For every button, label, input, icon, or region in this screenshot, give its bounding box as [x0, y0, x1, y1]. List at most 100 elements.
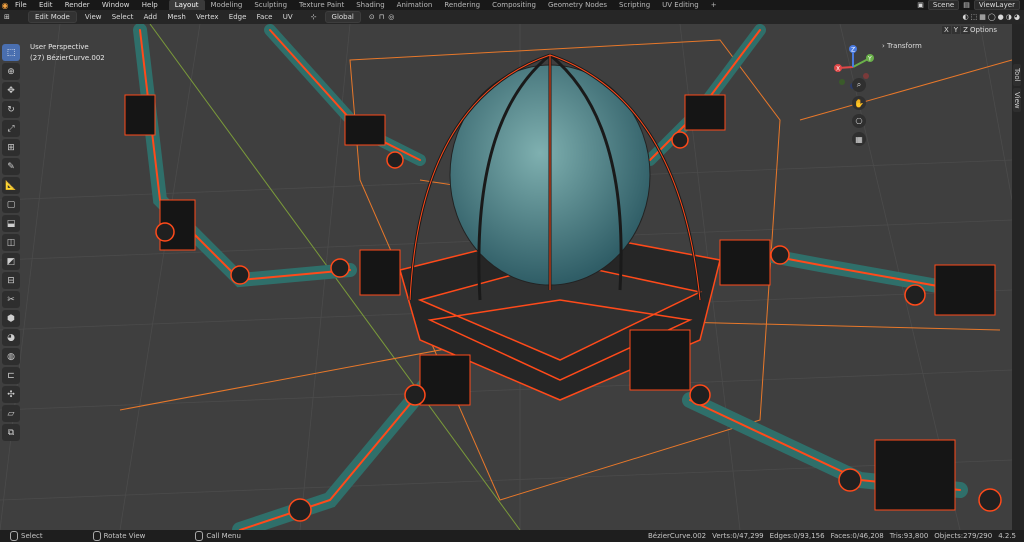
- shading-rendered-icon[interactable]: ◕: [1014, 13, 1020, 21]
- tab-layout[interactable]: Layout: [168, 0, 205, 10]
- header-menu: View Select Add Mesh Vertex Edge Face UV: [81, 13, 297, 21]
- snap-icon[interactable]: ⊓: [379, 13, 384, 21]
- camera-icon[interactable]: ⎔: [852, 114, 866, 128]
- menu-vertex[interactable]: Vertex: [192, 13, 223, 21]
- tab-animation[interactable]: Animation: [391, 0, 439, 10]
- extrude-icon[interactable]: ⬓: [2, 215, 20, 232]
- move-icon[interactable]: ✥: [2, 82, 20, 99]
- navigation-tools: ⌕ ✋ ⎔ ▦: [852, 78, 866, 146]
- stat-faces: Faces:0/46,208: [830, 532, 884, 540]
- stat-edges: Edges:0/93,156: [769, 532, 825, 540]
- tab-tool[interactable]: Tool: [1013, 64, 1021, 86]
- scene-controls: ▣ Scene ▤ ViewLayer: [917, 0, 1024, 10]
- measure-icon[interactable]: 📐: [2, 177, 20, 194]
- xray-icon[interactable]: ▦: [979, 13, 986, 21]
- knife-icon[interactable]: ✂: [2, 291, 20, 308]
- tab-rendering[interactable]: Rendering: [438, 0, 486, 10]
- menu-edit[interactable]: Edit: [34, 1, 58, 9]
- menu-edge[interactable]: Edge: [225, 13, 251, 21]
- select-box-icon[interactable]: ⬚: [2, 44, 20, 61]
- proportional-icon[interactable]: ◎: [388, 13, 394, 21]
- smooth-icon[interactable]: ◍: [2, 348, 20, 365]
- annotate-icon[interactable]: ✎: [2, 158, 20, 175]
- transform-settings: ⊹ Global ⊙ ⊓ ◎: [311, 11, 394, 23]
- mirror-z-button[interactable]: Z: [961, 26, 970, 34]
- status-menu-label: Call Menu: [206, 532, 241, 540]
- mode-dropdown[interactable]: Edit Mode: [28, 11, 77, 23]
- shading-solid-icon[interactable]: ●: [998, 13, 1004, 21]
- main-menu: File Edit Render Window Help: [10, 1, 163, 9]
- menu-face[interactable]: Face: [253, 13, 277, 21]
- transform-panel-header[interactable]: › Transform: [882, 42, 922, 50]
- status-rotate-label: Rotate View: [103, 532, 146, 540]
- menu-select[interactable]: Select: [108, 13, 138, 21]
- viewport-info: User Perspective (27) BézierCurve.002: [30, 42, 105, 64]
- status-rotate: Rotate View: [92, 531, 146, 541]
- spin-icon[interactable]: ◕: [2, 329, 20, 346]
- tab-texture-paint[interactable]: Texture Paint: [293, 0, 350, 10]
- tab-scripting[interactable]: Scripting: [613, 0, 656, 10]
- tab-shading[interactable]: Shading: [350, 0, 390, 10]
- edge-slide-icon[interactable]: ⊏: [2, 367, 20, 384]
- menu-render[interactable]: Render: [60, 1, 95, 9]
- loop-cut-icon[interactable]: ⊟: [2, 272, 20, 289]
- add-cube-icon[interactable]: ▢: [2, 196, 20, 213]
- zoom-icon[interactable]: ⌕: [852, 78, 866, 92]
- menu-mesh[interactable]: Mesh: [163, 13, 189, 21]
- viewport-header: ⊞ Edit Mode View Select Add Mesh Vertex …: [0, 10, 1024, 24]
- mouse-right-icon: [195, 531, 204, 541]
- menu-view[interactable]: View: [81, 13, 106, 21]
- viewport-shading-controls: ◐ ⬚ ▦ ◯ ● ◑ ◕: [962, 10, 1024, 24]
- menu-add[interactable]: Add: [140, 13, 162, 21]
- scene-icon: ▣: [917, 1, 924, 9]
- cursor-icon[interactable]: ⊕: [2, 63, 20, 80]
- add-workspace-button[interactable]: +: [705, 0, 723, 10]
- visibility-icon[interactable]: ◐: [962, 13, 968, 21]
- orientation-dropdown[interactable]: Global: [324, 11, 361, 23]
- stat-tris: Tris:93,800: [889, 532, 929, 540]
- pan-hand-icon[interactable]: ✋: [852, 96, 866, 110]
- rotate-icon[interactable]: ↻: [2, 101, 20, 118]
- stat-objects: Objects:279/290: [934, 532, 993, 540]
- mouse-middle-icon: [92, 531, 101, 541]
- overlay-icon[interactable]: ⬚: [971, 13, 978, 21]
- chevron-right-icon: ›: [882, 42, 885, 50]
- poly-build-icon[interactable]: ⬢: [2, 310, 20, 327]
- mirror-y-button[interactable]: Y: [951, 26, 961, 34]
- blender-logo-icon[interactable]: ◉: [0, 0, 10, 10]
- options-dropdown[interactable]: Options: [970, 26, 997, 34]
- editor-type-icon[interactable]: ⊞: [4, 13, 10, 21]
- version-label: 4.2.5: [998, 532, 1016, 540]
- scene-selector[interactable]: Scene: [927, 0, 960, 10]
- tab-geometry-nodes[interactable]: Geometry Nodes: [542, 0, 613, 10]
- shear-icon[interactable]: ▱: [2, 405, 20, 422]
- menu-window[interactable]: Window: [97, 1, 135, 9]
- transform-label: Transform: [887, 42, 922, 50]
- tab-sculpting[interactable]: Sculpting: [248, 0, 293, 10]
- pivot-icon[interactable]: ⊙: [369, 13, 375, 21]
- menu-file[interactable]: File: [10, 1, 32, 9]
- status-select: Select: [10, 531, 43, 541]
- viewlayer-selector[interactable]: ViewLayer: [973, 0, 1020, 10]
- ortho-grid-icon[interactable]: ▦: [852, 132, 866, 146]
- menu-uv[interactable]: UV: [279, 13, 297, 21]
- rip-icon[interactable]: ⧉: [2, 424, 20, 441]
- tab-uv-editing[interactable]: UV Editing: [656, 0, 705, 10]
- perspective-label: User Perspective: [30, 43, 89, 51]
- scale-icon[interactable]: ⤢: [2, 120, 20, 137]
- tab-view[interactable]: View: [1013, 87, 1021, 113]
- 3d-viewport[interactable]: ⬚ ⊕ ✥ ↻ ⤢ ⊞ ✎ 📐 ▢ ⬓ ◫ ◩ ⊟ ✂ ⬢ ◕ ◍ ⊏ ✣ ▱ …: [0, 24, 1012, 530]
- menu-help[interactable]: Help: [137, 1, 163, 9]
- inset-icon[interactable]: ◫: [2, 234, 20, 251]
- tab-compositing[interactable]: Compositing: [486, 0, 542, 10]
- transform-icon[interactable]: ⊞: [2, 139, 20, 156]
- stat-verts: Verts:0/47,299: [712, 532, 764, 540]
- status-bar: Select Rotate View Call Menu BézierCurve…: [0, 530, 1024, 542]
- viewlayer-icon: ▤: [963, 1, 970, 9]
- shading-wireframe-icon[interactable]: ◯: [988, 13, 996, 21]
- mirror-x-button[interactable]: X: [942, 26, 951, 34]
- shading-material-icon[interactable]: ◑: [1006, 13, 1012, 21]
- shrink-fatten-icon[interactable]: ✣: [2, 386, 20, 403]
- bevel-icon[interactable]: ◩: [2, 253, 20, 270]
- tab-modeling[interactable]: Modeling: [205, 0, 249, 10]
